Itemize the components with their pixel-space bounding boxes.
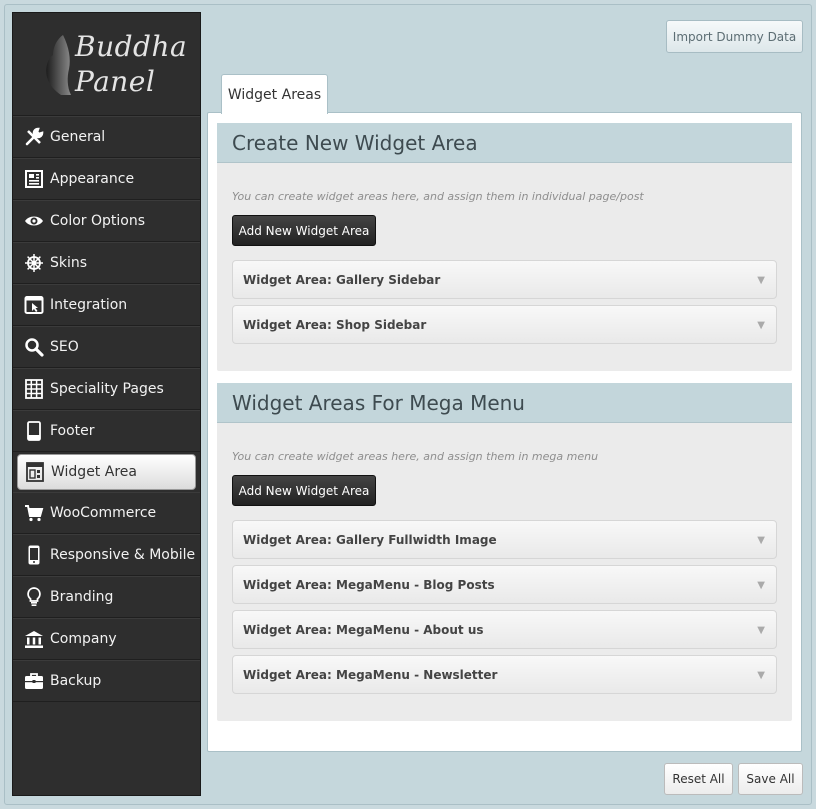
sidebar-item-label: Integration [50, 297, 128, 313]
caret-down-icon[interactable]: ▼ [757, 580, 765, 591]
tab-widget-areas[interactable]: Widget Areas [221, 74, 328, 114]
mobile-icon [23, 544, 45, 566]
lightbulb-icon [23, 586, 45, 608]
caret-down-icon[interactable]: ▼ [757, 625, 765, 636]
caret-down-icon[interactable]: ▼ [757, 670, 765, 681]
caret-down-icon[interactable]: ▼ [757, 535, 765, 546]
widget-area-item[interactable]: Widget Area: Shop Sidebar ▼ [232, 305, 777, 344]
grid-icon [23, 378, 45, 400]
sidebar-item-backup[interactable]: Backup [13, 660, 200, 702]
sidebar-item-label: Color Options [50, 213, 146, 229]
cart-icon [23, 502, 45, 524]
sidebar-item-speciality-pages[interactable]: Speciality Pages [13, 368, 200, 410]
widget-icon [24, 461, 46, 483]
sidebar-item-seo[interactable]: SEO [13, 326, 200, 368]
sidebar-item-branding[interactable]: Branding [13, 576, 200, 618]
create-widget-area-section: Create New Widget Area You can create wi… [217, 123, 792, 371]
sidebar-item-label: Backup [50, 673, 102, 689]
widget-area-label: Widget Area: MegaMenu - About us [243, 622, 484, 637]
widget-area-label: Widget Area: MegaMenu - Blog Posts [243, 577, 495, 592]
sidebar-item-label: Appearance [50, 171, 135, 187]
search-icon [23, 336, 45, 358]
widget-area-item[interactable]: Widget Area: MegaMenu - Blog Posts ▼ [232, 565, 777, 604]
sidebar-item-label: Branding [50, 589, 114, 605]
logo-text-line1: Buddha [75, 30, 188, 63]
widget-area-label: Widget Area: MegaMenu - Newsletter [243, 667, 498, 682]
sidebar-item-appearance[interactable]: Appearance [13, 158, 200, 200]
add-widget-area-button[interactable]: Add New Widget Area [232, 215, 376, 246]
sidebar: Buddha Panel General Appearance Color Op… [12, 12, 201, 796]
eye-icon [23, 210, 45, 232]
widget-area-item[interactable]: Widget Area: Gallery Fullwidth Image ▼ [232, 520, 777, 559]
buddha-head-icon [46, 35, 71, 95]
section-title: Create New Widget Area [217, 123, 792, 163]
sidebar-item-label: Speciality Pages [50, 381, 164, 397]
footer-icon [23, 420, 45, 442]
section-hint: You can create widget areas here, and as… [232, 190, 644, 203]
sidebar-nav: General Appearance Color Options Skins I… [13, 116, 200, 702]
sidebar-item-label: WooCommerce [50, 505, 157, 521]
sidebar-item-footer[interactable]: Footer [13, 410, 200, 452]
bank-icon [23, 628, 45, 650]
sidebar-item-general[interactable]: General [13, 116, 200, 158]
window-cursor-icon [23, 294, 45, 316]
logo: Buddha Panel [13, 13, 200, 116]
section-hint: You can create widget areas here, and as… [232, 450, 599, 463]
sidebar-item-woocommerce[interactable]: WooCommerce [13, 492, 200, 534]
widget-area-item[interactable]: Widget Area: Gallery Sidebar ▼ [232, 260, 777, 299]
sidebar-item-widget-area[interactable]: Widget Area [17, 454, 196, 490]
widget-area-label: Widget Area: Shop Sidebar [243, 317, 427, 332]
reset-all-button[interactable]: Reset All [664, 763, 733, 795]
layout-icon [23, 168, 45, 190]
briefcase-icon [23, 670, 45, 692]
widget-area-label: Widget Area: Gallery Fullwidth Image [243, 532, 497, 547]
caret-down-icon[interactable]: ▼ [757, 275, 765, 286]
ship-wheel-icon [23, 252, 45, 274]
widget-area-item[interactable]: Widget Area: MegaMenu - About us ▼ [232, 610, 777, 649]
save-all-button[interactable]: Save All [738, 763, 803, 795]
widget-area-label: Widget Area: Gallery Sidebar [243, 272, 441, 287]
import-dummy-data-button[interactable]: Import Dummy Data [666, 20, 803, 53]
sidebar-item-label: Responsive & Mobile [50, 547, 196, 563]
logo-text-line2: Panel [75, 65, 156, 98]
sidebar-item-label: Skins [50, 255, 88, 271]
sidebar-item-skins[interactable]: Skins [13, 242, 200, 284]
mega-menu-widget-section: Widget Areas For Mega Menu You can creat… [217, 383, 792, 721]
wrench-icon [23, 126, 45, 148]
sidebar-item-company[interactable]: Company [13, 618, 200, 660]
sidebar-item-label: Widget Area [51, 464, 137, 480]
widget-area-item[interactable]: Widget Area: MegaMenu - Newsletter ▼ [232, 655, 777, 694]
sidebar-item-label: SEO [50, 339, 79, 355]
caret-down-icon[interactable]: ▼ [757, 320, 765, 331]
sidebar-item-label: Footer [50, 423, 95, 439]
sidebar-item-integration[interactable]: Integration [13, 284, 200, 326]
sidebar-item-responsive-mobile[interactable]: Responsive & Mobile [13, 534, 200, 576]
sidebar-item-label: Company [50, 631, 117, 647]
sidebar-item-color-options[interactable]: Color Options [13, 200, 200, 242]
section-title: Widget Areas For Mega Menu [217, 383, 792, 423]
add-widget-area-button[interactable]: Add New Widget Area [232, 475, 376, 506]
sidebar-item-label: General [50, 129, 106, 145]
